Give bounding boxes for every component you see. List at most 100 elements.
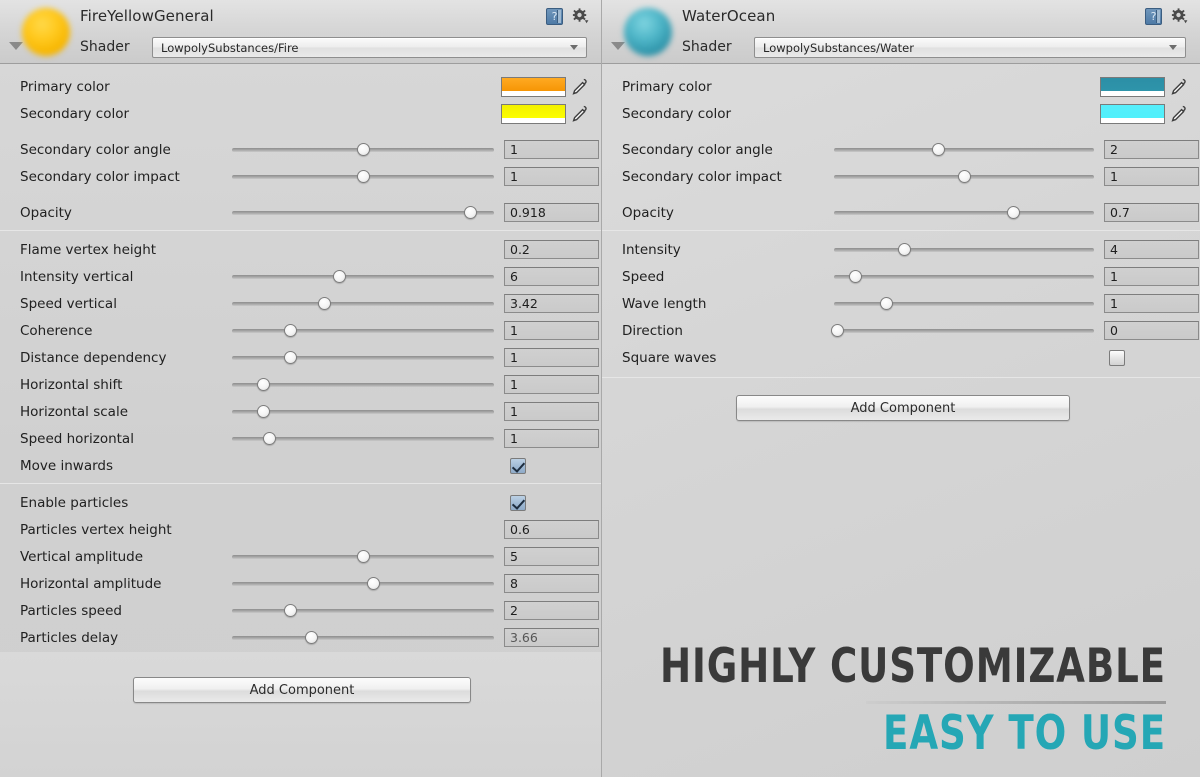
value-field[interactable]: 1 bbox=[504, 167, 599, 186]
property-label: Intensity bbox=[622, 241, 681, 258]
eyedropper-icon[interactable] bbox=[572, 105, 587, 122]
slider-thumb[interactable] bbox=[367, 576, 381, 590]
value-field[interactable]: 1 bbox=[1104, 294, 1199, 313]
color-swatch-secondary[interactable] bbox=[1100, 103, 1165, 124]
slider-secondary-color-angle[interactable] bbox=[232, 142, 494, 157]
slider-coherence[interactable] bbox=[232, 323, 494, 338]
property-label: Secondary color impact bbox=[622, 168, 782, 185]
color-swatch-primary[interactable] bbox=[1100, 76, 1165, 97]
color-swatch-secondary[interactable] bbox=[501, 103, 566, 124]
slider-thumb[interactable] bbox=[283, 323, 297, 337]
slider-thumb[interactable] bbox=[283, 603, 297, 617]
eyedropper-icon[interactable] bbox=[1171, 78, 1186, 95]
gear-icon[interactable] bbox=[572, 8, 589, 25]
value-field[interactable]: 1 bbox=[504, 375, 599, 394]
slider-thumb[interactable] bbox=[880, 296, 893, 310]
value-field[interactable]: 8 bbox=[504, 574, 599, 593]
checkbox-wrap bbox=[510, 457, 526, 474]
slider-thumb[interactable] bbox=[830, 323, 844, 337]
slider-speed[interactable] bbox=[834, 269, 1094, 284]
slider-wave-length[interactable] bbox=[834, 296, 1094, 311]
property-row-secondary-color-angle: Secondary color angle 2 bbox=[602, 136, 1200, 163]
slider-horizontal-scale[interactable] bbox=[232, 404, 494, 419]
value-field[interactable]: 5 bbox=[504, 547, 599, 566]
slider-vertical-amplitude[interactable] bbox=[232, 549, 494, 564]
slider-opacity[interactable] bbox=[834, 205, 1094, 220]
slider-thumb[interactable] bbox=[357, 142, 370, 156]
slider-thumb[interactable] bbox=[262, 431, 276, 445]
color-swatch-primary[interactable] bbox=[501, 76, 566, 97]
foldout-triangle-icon[interactable] bbox=[9, 42, 23, 50]
value-field[interactable]: 1 bbox=[504, 321, 599, 340]
slider-thumb[interactable] bbox=[958, 169, 971, 183]
slider-thumb[interactable] bbox=[464, 205, 478, 219]
value-field[interactable]: 3.42 bbox=[504, 294, 599, 313]
slider-particles-speed[interactable] bbox=[232, 603, 494, 618]
property-label: Vertical amplitude bbox=[20, 548, 144, 565]
value-field[interactable]: 0.6 bbox=[504, 520, 599, 539]
property-row-vertical-amplitude: Vertical amplitude 5 bbox=[0, 543, 601, 570]
slider-particles-delay[interactable] bbox=[232, 630, 494, 645]
add-component-label: Add Component bbox=[850, 400, 956, 416]
slider-secondary-color-impact[interactable] bbox=[232, 169, 494, 184]
property-row-particles-vertex-height: Particles vertex height 0.6 bbox=[0, 516, 601, 543]
value-field[interactable]: 1 bbox=[1104, 167, 1199, 186]
value-field[interactable]: 1 bbox=[504, 402, 599, 421]
slider-intensity-vertical[interactable] bbox=[232, 269, 494, 284]
slider-thumb[interactable] bbox=[932, 142, 945, 156]
value-field[interactable]: 2 bbox=[1104, 140, 1199, 159]
value-field[interactable]: 0.7 bbox=[1104, 203, 1199, 222]
slider-thumb[interactable] bbox=[898, 242, 912, 256]
component-header-water: WaterOcean Shader LowpolySubstances/Wate… bbox=[602, 0, 1200, 64]
slider-thumb[interactable] bbox=[257, 404, 271, 418]
checkbox-move-inwards[interactable] bbox=[510, 457, 526, 474]
value-field[interactable]: 0.2 bbox=[504, 240, 599, 259]
value-field[interactable]: 4 bbox=[1104, 240, 1199, 259]
foldout-triangle-icon[interactable] bbox=[611, 42, 625, 50]
eyedropper-icon[interactable] bbox=[572, 78, 587, 95]
value-field[interactable]: 6 bbox=[504, 267, 599, 286]
slider-thumb[interactable] bbox=[283, 350, 297, 364]
value-field[interactable]: 1 bbox=[1104, 267, 1199, 286]
property-label: Particles vertex height bbox=[20, 521, 172, 538]
slider-thumb[interactable] bbox=[1007, 205, 1021, 219]
value-field[interactable]: 1 bbox=[504, 348, 599, 367]
shader-dropdown-water[interactable]: LowpolySubstances/Water bbox=[754, 37, 1186, 58]
property-label: Opacity bbox=[20, 204, 72, 221]
add-component-button-water[interactable]: Add Component bbox=[736, 395, 1070, 421]
value-field[interactable]: 1 bbox=[504, 140, 599, 159]
slider-thumb[interactable] bbox=[317, 296, 331, 310]
slider-opacity[interactable] bbox=[232, 205, 494, 220]
help-book-icon[interactable] bbox=[546, 8, 563, 25]
value-field[interactable]: 3.66 bbox=[504, 628, 599, 647]
add-component-button-fire[interactable]: Add Component bbox=[133, 677, 471, 703]
slider-thumb[interactable] bbox=[357, 549, 370, 563]
slider-secondary-color-impact[interactable] bbox=[834, 169, 1094, 184]
slider-thumb[interactable] bbox=[357, 169, 370, 183]
slider-thumb[interactable] bbox=[257, 377, 271, 391]
shader-dropdown-fire[interactable]: LowpolySubstances/Fire bbox=[152, 37, 587, 58]
value-field[interactable]: 0.918 bbox=[504, 203, 599, 222]
value-field[interactable]: 2 bbox=[504, 601, 599, 620]
slider-horizontal-shift[interactable] bbox=[232, 377, 494, 392]
value-field[interactable]: 0 bbox=[1104, 321, 1199, 340]
slider-intensity[interactable] bbox=[834, 242, 1094, 257]
eyedropper-icon[interactable] bbox=[1171, 105, 1186, 122]
checkbox-enable-particles[interactable] bbox=[510, 494, 526, 511]
gear-icon[interactable] bbox=[1171, 8, 1188, 25]
slider-direction[interactable] bbox=[830, 323, 1094, 338]
slider-secondary-color-angle[interactable] bbox=[834, 142, 1094, 157]
value-field[interactable]: 1 bbox=[504, 429, 599, 448]
slider-speed-vertical[interactable] bbox=[232, 296, 494, 311]
slider-distance-dependency[interactable] bbox=[232, 350, 494, 365]
checkbox-square-waves[interactable] bbox=[1109, 349, 1125, 366]
help-book-icon[interactable] bbox=[1145, 8, 1162, 25]
slider-thumb[interactable] bbox=[304, 630, 318, 644]
slider-thumb[interactable] bbox=[848, 269, 862, 283]
page-title: FireYellowGeneral bbox=[80, 7, 214, 25]
slider-thumb[interactable] bbox=[333, 269, 347, 283]
slider-horizontal-amplitude[interactable] bbox=[232, 576, 494, 591]
slider-speed-horizontal[interactable] bbox=[232, 431, 494, 446]
property-label: Square waves bbox=[622, 349, 717, 366]
